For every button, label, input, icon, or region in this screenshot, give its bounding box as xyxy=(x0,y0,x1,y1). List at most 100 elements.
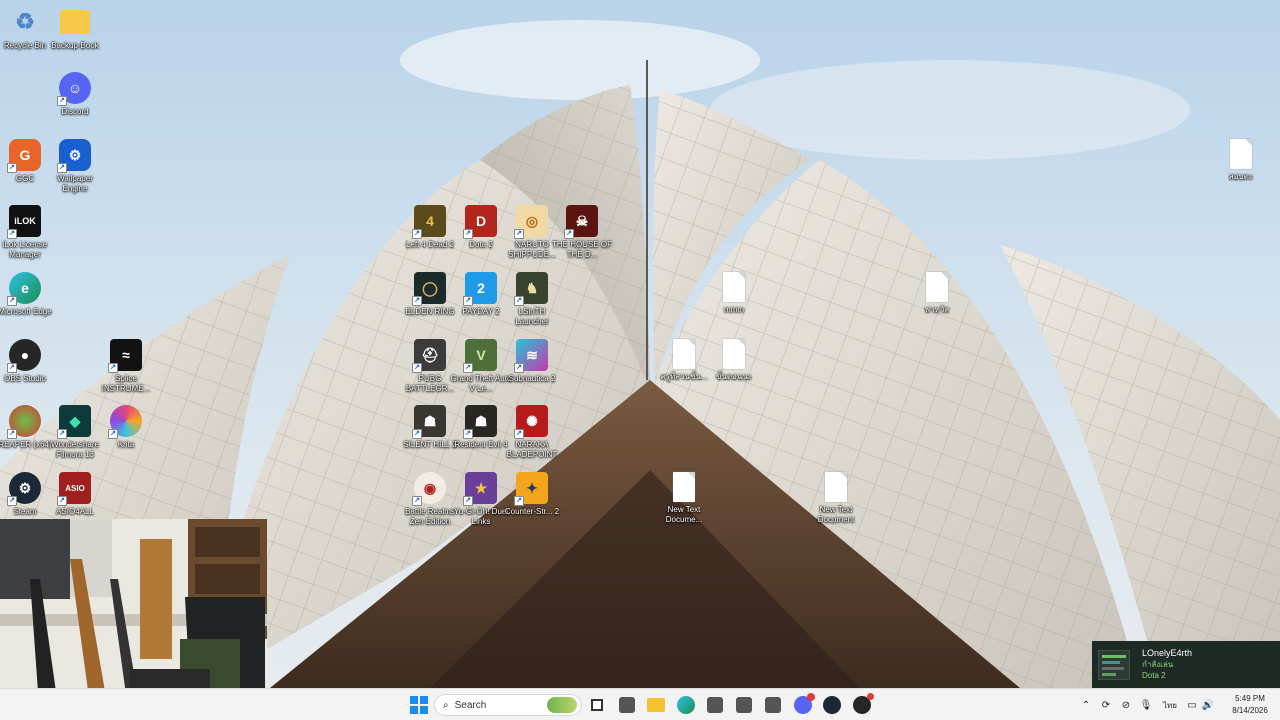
app-icon xyxy=(736,697,752,713)
edge-icon xyxy=(677,696,695,714)
display-icon[interactable]: ▭ xyxy=(1184,700,1200,711)
task-view-button[interactable] xyxy=(586,694,608,716)
icon-label: Microsoft Edge xyxy=(0,307,52,316)
recycle-bin-icon: ♻ xyxy=(15,9,35,34)
ilok-icon: iLOK ↗ xyxy=(7,205,41,239)
splice-shortcut[interactable]: ≈ ↗ Splice INSTRUME... xyxy=(96,339,156,394)
left4dead2-icon: 4 ↗ xyxy=(412,205,446,239)
app-icon xyxy=(619,697,635,713)
icon-label: Subnautica 2 xyxy=(508,374,556,383)
icon-label: Counter-Str... 2 xyxy=(504,507,560,516)
microphone-icon[interactable]: 🎙 xyxy=(1136,700,1156,711)
icon-label: LSinTH Launcher xyxy=(515,307,549,326)
clock-date: 8/14/2026 xyxy=(1232,706,1268,715)
discord-shortcut[interactable]: ☺ ↗ Discord xyxy=(45,72,105,117)
chevron-up-icon[interactable]: ⌃ xyxy=(1076,700,1096,711)
obs-shortcut[interactable]: ● ↗ OBS Studio xyxy=(0,339,55,384)
subnautica-shortcut[interactable]: ≋ ↗ Subnautica 2 xyxy=(502,339,562,384)
taskbar-search-box[interactable]: ⌕ Search xyxy=(434,694,582,716)
yugioh-icon: ★ ↗ xyxy=(463,472,497,506)
file-explorer-button[interactable] xyxy=(645,694,667,716)
toast-game: Dota 2 xyxy=(1142,671,1166,680)
house-of-the-dead-shortcut[interactable]: ☠ ↗ THE HOUSE OF THE D... xyxy=(552,205,612,260)
cs2-shortcut[interactable]: ✦ ↗ Counter-Str... 2 xyxy=(502,472,562,517)
volume-icon[interactable]: 🔊 xyxy=(1200,700,1216,711)
icon-label: New Text Docume... xyxy=(665,505,703,524)
text-file-thai-3[interactable]: ขั้นตอนนะ xyxy=(704,339,764,382)
search-highlight-icon xyxy=(547,697,577,713)
text-file-thai-4[interactable]: สอบตะ xyxy=(1211,139,1271,182)
asio4all-shortcut[interactable]: ASIO ↗ ASIO4ALL xyxy=(45,472,105,517)
app-icon xyxy=(765,697,781,713)
battle-realms-icon: ◉ ↗ xyxy=(412,472,446,506)
edge-shortcut[interactable]: e ↗ Microsoft Edge xyxy=(0,272,55,317)
icon-label: THE HOUSE OF THE D... xyxy=(551,240,612,259)
network-off-icon[interactable]: ⊘ xyxy=(1116,700,1136,711)
start-button[interactable] xyxy=(408,694,430,716)
text-file-icon xyxy=(723,339,745,369)
discord-icon xyxy=(794,693,815,714)
resident-evil-icon: ☗ ↗ xyxy=(463,405,497,439)
icon-label: พาทวัส xyxy=(924,305,950,314)
lsinth-icon: ♞ ↗ xyxy=(514,272,548,306)
filmora-icon: ◆ ↗ xyxy=(57,405,91,439)
icon-label: mmm xyxy=(724,305,744,314)
toast-status: กำลังเล่น xyxy=(1142,660,1174,669)
notification-badge xyxy=(807,693,815,701)
naraka-shortcut[interactable]: ✺ ↗ NARAKA BLADEPOINT xyxy=(502,405,562,460)
steam-friend-notification[interactable]: LOnelyE4rth กำลังเล่น Dota 2 xyxy=(1092,641,1280,688)
backup-book-folder[interactable]: Backup-Book xyxy=(45,6,105,51)
wallpaper-engine-icon: ⚙ ↗ xyxy=(57,139,91,173)
search-icon: ⌕ xyxy=(443,699,449,711)
text-file-icon xyxy=(723,272,745,302)
folder-icon xyxy=(60,10,90,34)
steam-icon xyxy=(823,696,841,714)
language-indicator[interactable]: ไทย xyxy=(1156,699,1184,712)
sync-icon[interactable]: ⟳ xyxy=(1096,700,1116,711)
steam-taskbar-button[interactable] xyxy=(821,694,843,716)
text-file-icon xyxy=(825,472,847,502)
recording-badge xyxy=(867,693,874,700)
naraka-icon: ✺ ↗ xyxy=(514,405,548,439)
wallpaper-engine-shortcut[interactable]: ⚙ ↗ Wallpaper Engine xyxy=(45,139,105,194)
subnautica-icon: ≋ ↗ xyxy=(514,339,548,373)
new-text-document-1[interactable]: New Text Docume... xyxy=(654,472,714,525)
lsinth-shortcut[interactable]: ♞ ↗ LSinTH Launcher xyxy=(502,272,562,327)
taskbar-clock[interactable]: 5:49 PM 8/14/2026 xyxy=(1224,693,1276,717)
obs-icon: ● ↗ xyxy=(7,339,41,373)
house-of-the-dead-icon: ☠ ↗ xyxy=(564,205,598,239)
payday2-icon: 2 ↗ xyxy=(463,272,497,306)
icon-label: ASIO4ALL xyxy=(56,507,94,516)
avatar xyxy=(1098,649,1130,680)
task-view-icon xyxy=(591,699,603,711)
taskbar-app-4[interactable] xyxy=(762,694,784,716)
icon-label: OBS Studio xyxy=(4,374,46,383)
taskbar-app-1[interactable] xyxy=(616,694,638,716)
gta5-icon: V ↗ xyxy=(463,339,497,373)
cs2-icon: ✦ ↗ xyxy=(514,472,548,506)
text-file-icon xyxy=(926,272,948,302)
obs-taskbar-button[interactable] xyxy=(851,693,874,716)
taskbar-app-3[interactable] xyxy=(733,694,755,716)
text-file-mmm[interactable]: mmm xyxy=(704,272,764,315)
obs-icon xyxy=(853,693,874,714)
steam-icon: ⚙ ↗ xyxy=(7,472,41,506)
icon-label: Backup-Book xyxy=(51,41,99,50)
icon-label: iLok License Manager xyxy=(2,240,48,259)
krita-shortcut[interactable]: ↗ Krita xyxy=(96,405,156,450)
icon-label: Wallpaper Engine xyxy=(57,174,93,193)
icon-label: Krita xyxy=(117,440,135,449)
edge-icon: e ↗ xyxy=(7,272,41,306)
discord-taskbar-button[interactable] xyxy=(792,693,815,716)
pubg-icon: ⛑ ↗ xyxy=(412,339,446,373)
icon-label: New Text Document xyxy=(817,505,855,524)
taskbar-app-2[interactable] xyxy=(704,694,726,716)
new-text-document-2[interactable]: New Text Document xyxy=(806,472,866,525)
edge-taskbar-button[interactable] xyxy=(675,694,697,716)
ilok-shortcut[interactable]: iLOK ↗ iLok License Manager xyxy=(0,205,55,260)
windows-start-icon xyxy=(410,696,428,714)
text-file-thai-1[interactable]: พาทวัส xyxy=(907,272,967,315)
icon-label: NARAKA BLADEPOINT xyxy=(506,440,558,459)
icon-label: สอบตะ xyxy=(1228,172,1254,181)
dota2-icon: D ↗ xyxy=(463,205,497,239)
